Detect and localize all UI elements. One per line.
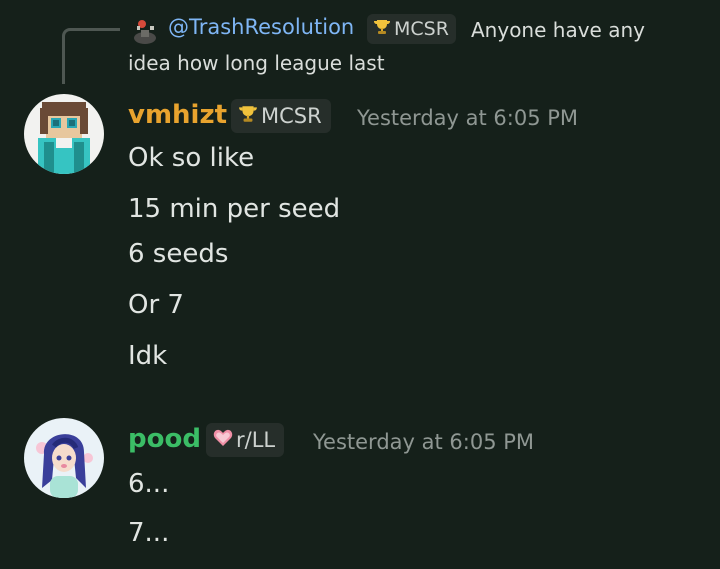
reply-server-tag[interactable]: MCSR [367,14,456,44]
message-line: 6... [128,469,170,499]
reply-username[interactable]: @TrashResolution [168,15,354,39]
trophy-icon [373,18,391,41]
message-line: Ok so like [128,143,255,173]
avatar[interactable] [24,418,104,498]
server-tag[interactable]: r/LL [206,423,285,457]
server-tag-label: MCSR [261,104,322,128]
timestamp[interactable]: Yesterday at 6:05 PM [357,106,578,130]
username[interactable]: vmhizt [128,100,227,130]
message-line: 7... [128,518,170,548]
reply-spine [62,28,120,84]
reply-tag-label: MCSR [394,18,449,40]
message-line: Idk [128,341,168,371]
timestamp[interactable]: Yesterday at 6:05 PM [313,430,534,454]
heart-icon [213,428,233,452]
username[interactable]: pood [128,424,201,454]
message-line: 15 min per seed [128,194,341,224]
server-tag[interactable]: MCSR [231,99,331,133]
avatar[interactable] [24,94,104,174]
message-line: 6 seeds [128,239,229,269]
server-tag-label: r/LL [236,428,276,452]
message-line: Or 7 [128,290,184,320]
trophy-icon [238,104,258,129]
